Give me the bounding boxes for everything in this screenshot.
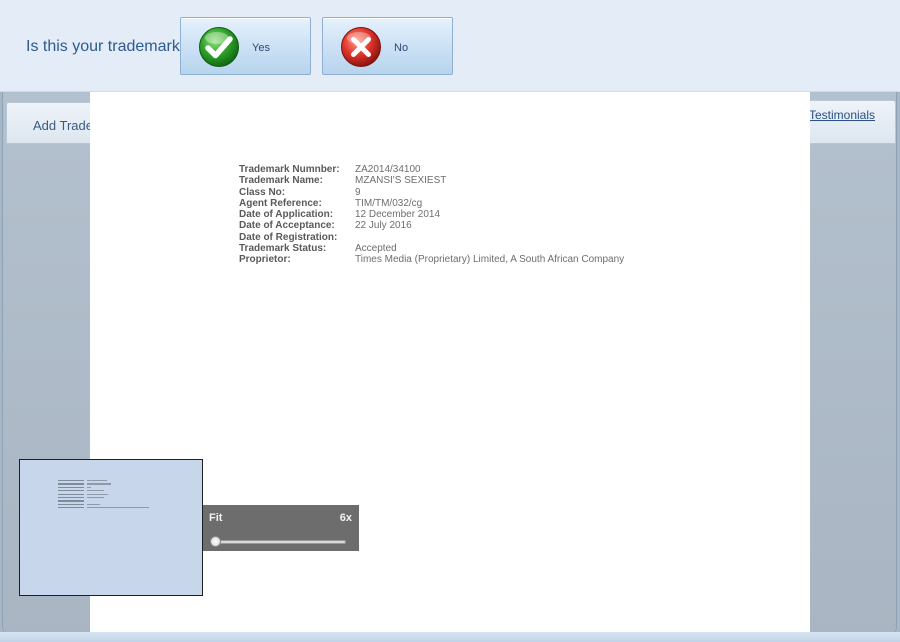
zoom-slider-track[interactable] (213, 540, 346, 544)
detail-row: Proprietor: Times Media (Proprietary) Lim… (239, 254, 624, 265)
detail-label: Date of Registration: (239, 231, 338, 243)
thumbnail-preview (58, 479, 149, 510)
detail-row: Trademark Name: MZANSI'S SEXIEST (239, 175, 624, 186)
detail-row: Date of Registration: (239, 232, 624, 243)
yes-button-label: Yes (252, 42, 270, 54)
checkmark-icon (199, 27, 239, 67)
detail-value: 22 July 2016 (355, 220, 412, 232)
detail-row: Date of Acceptance: 22 July 2016 (239, 220, 624, 231)
detail-row: Class No: 9 (239, 187, 624, 198)
detail-label: Trademark Numnber: (239, 164, 340, 175)
zoom-slider-handle[interactable] (210, 536, 221, 547)
tab-add-trademark[interactable]: Add Trade (6, 102, 96, 144)
detail-label: Class No: (239, 186, 286, 198)
testimonials-link[interactable]: Testimonials (809, 108, 875, 122)
no-button[interactable]: No (322, 17, 453, 75)
tab-testimonials[interactable]: Testimonials (804, 100, 896, 144)
zoom-fit-label[interactable]: Fit (209, 512, 222, 524)
detail-value: Times Media (Proprietary) Limited, A Sou… (355, 254, 625, 266)
detail-value: Accepted (355, 243, 397, 255)
zoom-max-label[interactable]: 6x (340, 512, 352, 524)
detail-row: Trademark Status: Accepted (239, 243, 624, 254)
detail-label: Date of Acceptance: (239, 220, 335, 232)
detail-row: Date of Application: 12 December 2014 (239, 209, 624, 220)
confirm-bar: Is this your trademark? Yes No (0, 0, 900, 92)
detail-label: Proprietor: (239, 254, 291, 266)
detail-row: Agent Reference: TIM/TM/032/cg (239, 198, 624, 209)
detail-value: TIM/TM/032/cg (355, 197, 423, 209)
detail-label: Date of Application: (239, 209, 334, 221)
tab-add-trademark-label: Add Trade (33, 118, 93, 133)
detail-label: Trademark Name: (239, 175, 323, 187)
detail-value: ZA2014/34100 (355, 164, 421, 175)
detail-value: 9 (355, 186, 361, 198)
detail-label: Agent Reference: (239, 197, 322, 209)
detail-value: 12 December 2014 (355, 209, 441, 221)
confirm-question: Is this your trademark? (26, 38, 189, 55)
app-bottom-bar (0, 632, 900, 642)
close-icon (341, 27, 381, 67)
detail-value: MZANSI'S SEXIEST (355, 175, 447, 187)
no-button-label: No (394, 42, 409, 54)
detail-label: Trademark Status: (239, 243, 327, 255)
trademark-details: Trademark Numnber: ZA2014/34100 Trademark… (239, 164, 624, 266)
detail-row: Trademark Numnber: ZA2014/34100 (239, 164, 624, 175)
zoom-panel: Fit 6x (203, 505, 359, 551)
page-thumbnail-navigator[interactable] (19, 459, 203, 596)
yes-button[interactable]: Yes (180, 17, 311, 75)
